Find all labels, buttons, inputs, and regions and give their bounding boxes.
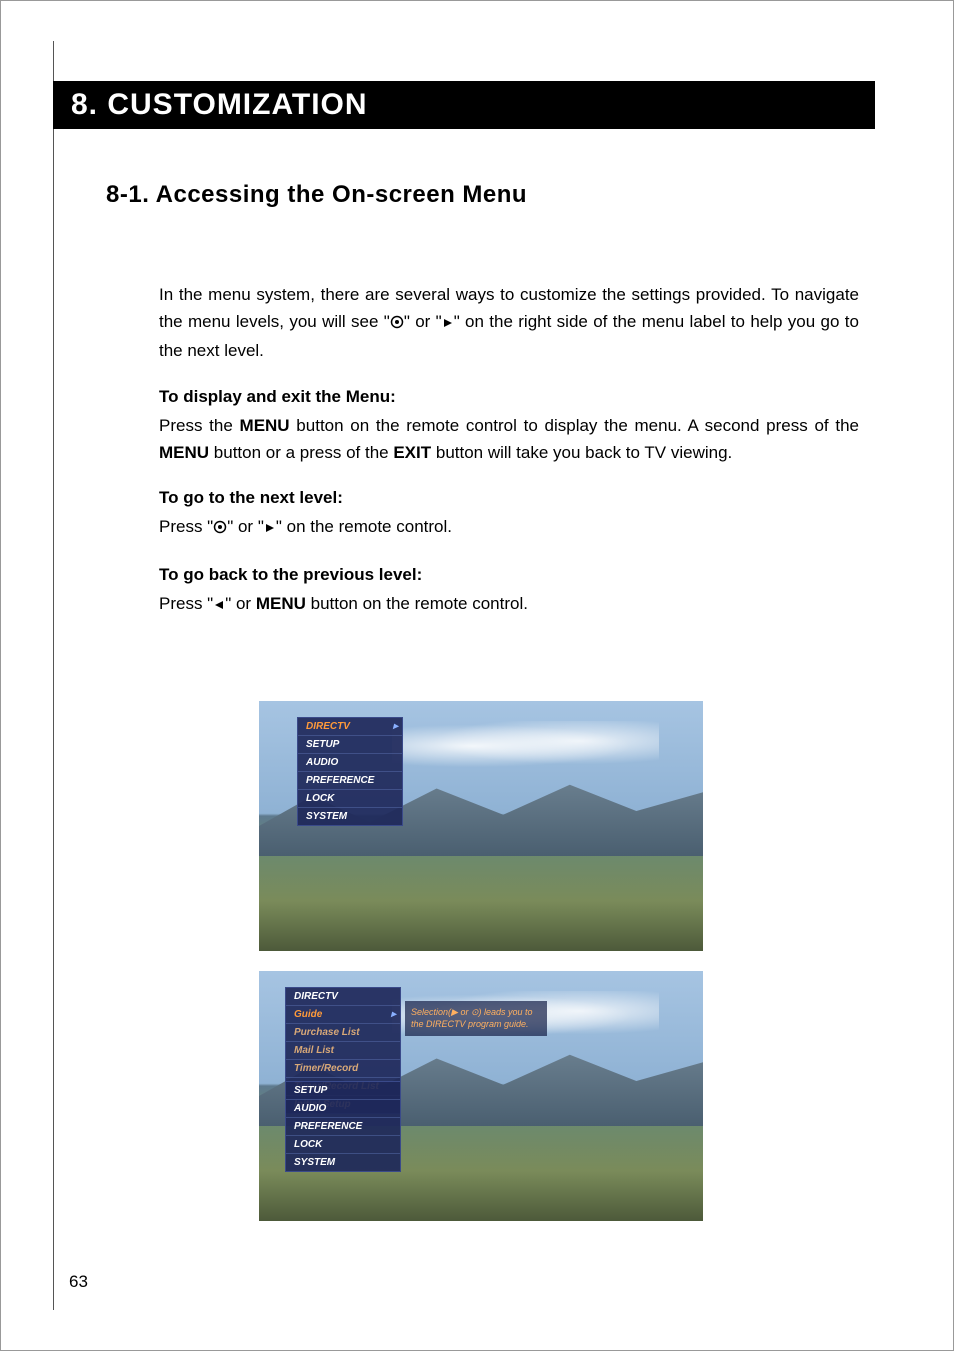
sub3-a: Press " — [159, 594, 213, 613]
screenshot-2: DIRECTVGuide▸Purchase ListMail ListTimer… — [259, 971, 703, 1221]
section-title: 8-1. Accessing the On-screen Menu — [106, 181, 527, 209]
osd-menu-item: SETUP — [286, 1082, 400, 1100]
osd-menu-panel-1: DIRECTV▸SETUPAUDIOPREFERENCELOCKSYSTEM — [297, 717, 403, 826]
osd-menu-header: DIRECTV — [286, 988, 400, 1006]
sub2-paragraph: Press " " or " " on the remote control. — [159, 513, 859, 542]
sub1-a: Press the — [159, 416, 240, 435]
sub2-b: " or " — [227, 517, 264, 536]
sub2-title: To go to the next level: — [159, 484, 859, 511]
intro-paragraph: In the menu system, there are several wa… — [159, 281, 859, 365]
osd-menu-panel-2-footer: SETUPAUDIOPREFERENCELOCKSYSTEM — [285, 1081, 401, 1172]
tv-background-2: DIRECTVGuide▸Purchase ListMail ListTimer… — [259, 971, 703, 1221]
osd-menu-item: LOCK — [286, 1136, 400, 1154]
osd-submenu-item: Timer/Record — [286, 1060, 400, 1078]
tv-background-1: DIRECTV▸SETUPAUDIOPREFERENCELOCKSYSTEM — [259, 701, 703, 951]
right-arrow-icon — [442, 310, 454, 337]
osd-menu-item: SETUP — [298, 736, 402, 754]
sub3-b: " or — [225, 594, 256, 613]
sub3-c: button on the remote control. — [306, 594, 528, 613]
menu-word-2: MENU — [159, 443, 209, 462]
body-text: In the menu system, there are several wa… — [159, 281, 859, 637]
osd-menu-item: PREFERENCE — [298, 772, 402, 790]
manual-page: 8. CUSTOMIZATION 8-1. Accessing the On-s… — [0, 0, 954, 1351]
chapter-header-bar: 8. CUSTOMIZATION — [53, 81, 875, 129]
sub1-c: button or a press of the — [209, 443, 393, 462]
page-number: 63 — [69, 1272, 88, 1292]
enter-dot-icon — [213, 515, 227, 542]
sub1-d: button will take you back to TV viewing. — [431, 443, 732, 462]
chapter-title: 8. CUSTOMIZATION — [71, 88, 368, 122]
screenshot-1: DIRECTV▸SETUPAUDIOPREFERENCELOCKSYSTEM — [259, 701, 703, 951]
sub3-title: To go back to the previous level: — [159, 561, 859, 588]
left-arrow-icon — [213, 592, 225, 619]
osd-menu-item: DIRECTV▸ — [298, 718, 402, 736]
intro-text-b: " or " — [404, 312, 442, 331]
osd-menu-item: LOCK — [298, 790, 402, 808]
osd-description-panel: Selection(▶ or ⊙) leads you to the DIREC… — [405, 1001, 547, 1036]
clouds-graphic — [392, 721, 658, 771]
osd-menu-item: SYSTEM — [298, 808, 402, 825]
sub2-c: " on the remote control. — [276, 517, 452, 536]
osd-submenu-item: Mail List — [286, 1042, 400, 1060]
osd-menu-item: PREFERENCE — [286, 1118, 400, 1136]
sub3-paragraph: Press " " or MENU button on the remote co… — [159, 590, 859, 619]
menu-word: MENU — [240, 416, 290, 435]
osd-submenu-item: Purchase List — [286, 1024, 400, 1042]
sub1-b: button on the remote control to display … — [290, 416, 859, 435]
sub1-title: To display and exit the Menu: — [159, 383, 859, 410]
right-arrow-icon — [264, 515, 276, 542]
osd-menu-item: AUDIO — [286, 1100, 400, 1118]
sub2-a: Press " — [159, 517, 213, 536]
menu-word-3: MENU — [256, 594, 306, 613]
osd-submenu-item: Guide▸ — [286, 1006, 400, 1024]
sub1-paragraph: Press the MENU button on the remote cont… — [159, 412, 859, 466]
osd-menu-item: AUDIO — [298, 754, 402, 772]
enter-dot-icon — [390, 310, 404, 337]
exit-word: EXIT — [393, 443, 431, 462]
osd-menu-item: SYSTEM — [286, 1154, 400, 1171]
